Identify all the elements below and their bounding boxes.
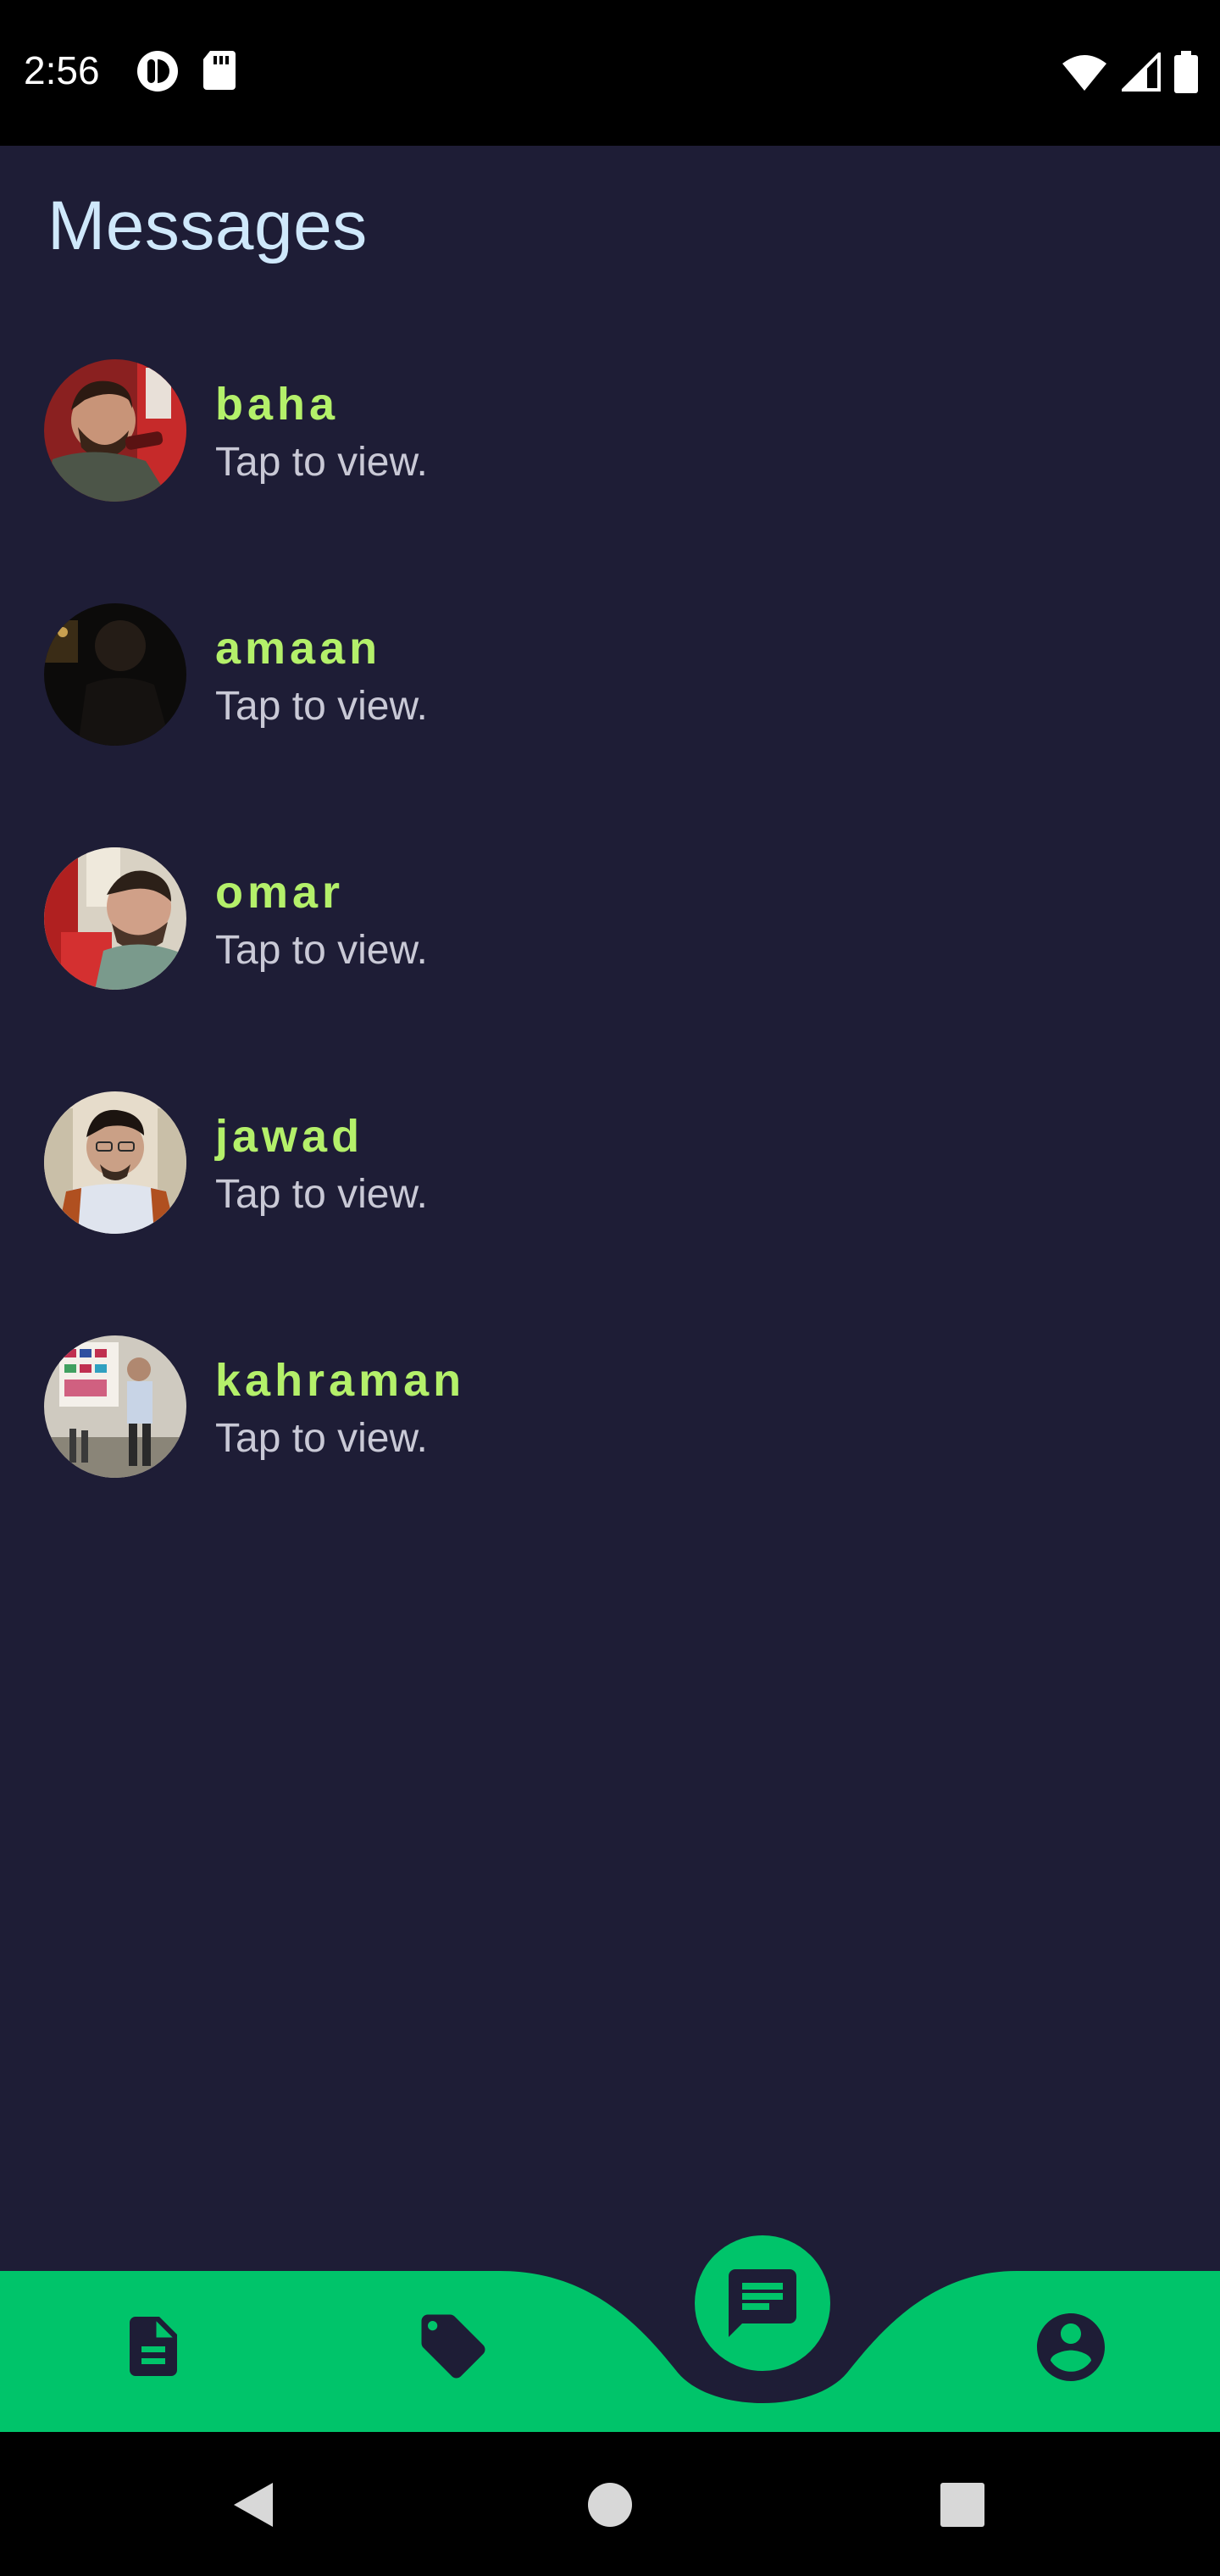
recents-icon[interactable] <box>939 2481 986 2529</box>
cellular-signal-icon <box>1122 53 1161 92</box>
contact-name: omar <box>215 867 345 918</box>
message-item-omar[interactable]: omar Tap to view. <box>0 847 1220 1059</box>
document-icon <box>130 2317 177 2376</box>
contact-name: jawad <box>215 1111 364 1162</box>
sd-card-icon <box>203 51 236 90</box>
contact-name: kahraman <box>215 1355 466 1406</box>
avatar <box>44 603 186 746</box>
contact-name: baha <box>215 379 340 430</box>
message-preview: Tap to view. <box>215 684 428 729</box>
chat-icon <box>729 2269 796 2337</box>
message-preview: Tap to view. <box>215 1172 428 1217</box>
avatar <box>44 1091 186 1234</box>
message-item-kahraman[interactable]: kahraman Tap to view. <box>0 1335 1220 1547</box>
messages-screen: Messages baha Tap to view. amaan Tap to … <box>0 146 1220 2269</box>
bottom-navigation <box>0 2235 1220 2432</box>
avatar <box>44 359 186 502</box>
contact-name: amaan <box>215 623 382 674</box>
message-item-amaan[interactable]: amaan Tap to view. <box>0 603 1220 815</box>
status-time: 2:56 <box>24 48 100 92</box>
system-navigation-bar <box>0 2432 1220 2576</box>
tag-icon <box>421 2314 485 2379</box>
back-icon[interactable] <box>230 2479 276 2530</box>
wifi-icon <box>1062 55 1106 91</box>
page-title: Messages <box>47 187 368 264</box>
status-system-icons <box>1061 51 1198 93</box>
nav-messages[interactable] <box>695 2235 830 2371</box>
avatar <box>44 1335 186 1478</box>
avatar <box>44 847 186 990</box>
nav-profile[interactable] <box>1029 2305 1113 2390</box>
battery-icon <box>1174 51 1198 93</box>
message-preview: Tap to view. <box>215 1416 428 1461</box>
message-preview: Tap to view. <box>215 928 428 973</box>
profile-icon <box>1037 2313 1105 2381</box>
status-bar: 2:56 <box>0 0 1220 146</box>
app-notification-icon <box>137 51 178 92</box>
message-item-jawad[interactable]: jawad Tap to view. <box>0 1091 1220 1303</box>
message-preview: Tap to view. <box>215 440 428 485</box>
status-notification-icons <box>136 49 237 93</box>
nav-documents[interactable] <box>115 2308 191 2384</box>
nav-tags[interactable] <box>415 2308 491 2384</box>
home-icon[interactable] <box>586 2481 634 2529</box>
message-item-baha[interactable]: baha Tap to view. <box>0 359 1220 571</box>
